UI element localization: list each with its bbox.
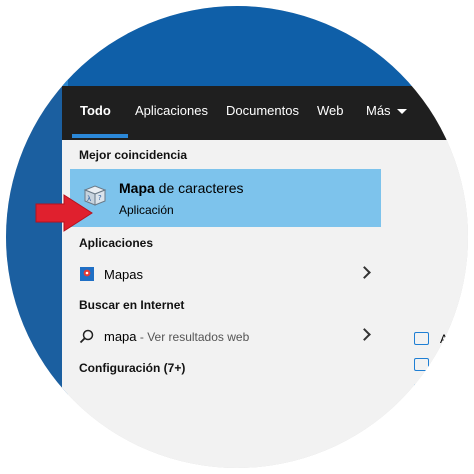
tab-documentos[interactable]: Documentos <box>226 103 299 118</box>
maps-icon <box>80 267 94 281</box>
side-action-label[interactable]: Ab <box>440 332 455 346</box>
section-apps: Aplicaciones <box>79 236 154 250</box>
web-search-hint: - Ver resultados web <box>136 330 250 344</box>
section-internet: Buscar en Internet <box>79 298 185 312</box>
best-match-title-bold: Mapa <box>119 180 155 196</box>
chevron-down-icon <box>396 109 407 115</box>
section-settings: Configuración (7+) <box>79 361 186 375</box>
best-match-subtitle: Aplicación <box>119 203 174 217</box>
best-match-title-rest: de caracteres <box>154 180 244 196</box>
desktop-background <box>6 6 468 86</box>
pin-taskbar-icon[interactable] <box>414 384 429 397</box>
tab-mas-label: Más <box>366 103 391 118</box>
svg-text:?: ? <box>98 194 102 202</box>
zoom-circle: Todo Aplicaciones Documentos Web Más Mej… <box>6 6 468 468</box>
active-tab-indicator <box>72 134 128 138</box>
red-arrow-icon <box>35 194 93 232</box>
app-item-label: Mapas <box>104 267 144 282</box>
tab-web[interactable]: Web <box>317 103 344 118</box>
tab-todo[interactable]: Todo <box>80 103 111 118</box>
search-icon <box>79 329 94 344</box>
best-match-item[interactable]: λ ? Mapa de caracteres Aplicación <box>70 169 381 227</box>
web-search-query: mapa <box>104 329 137 344</box>
pin-icon[interactable] <box>414 358 429 371</box>
chevron-right-icon[interactable] <box>358 328 371 341</box>
chevron-right-icon[interactable] <box>358 266 371 279</box>
app-item-mapas[interactable]: Mapas <box>70 260 381 288</box>
desktop-left-strip <box>6 6 62 468</box>
open-icon[interactable] <box>414 332 429 345</box>
web-search-item[interactable]: mapa - Ver resultados web <box>70 322 381 350</box>
best-match-title: Mapa de caracteres <box>119 180 244 196</box>
search-panel: Todo Aplicaciones Documentos Web Más Mej… <box>62 86 468 468</box>
web-search-label: mapa - Ver resultados web <box>104 329 249 344</box>
tab-aplicaciones[interactable]: Aplicaciones <box>135 103 208 118</box>
search-tabs: Todo Aplicaciones Documentos Web Más <box>62 86 468 140</box>
tab-mas[interactable]: Más <box>366 103 407 118</box>
section-best-match: Mejor coincidencia <box>79 148 188 162</box>
